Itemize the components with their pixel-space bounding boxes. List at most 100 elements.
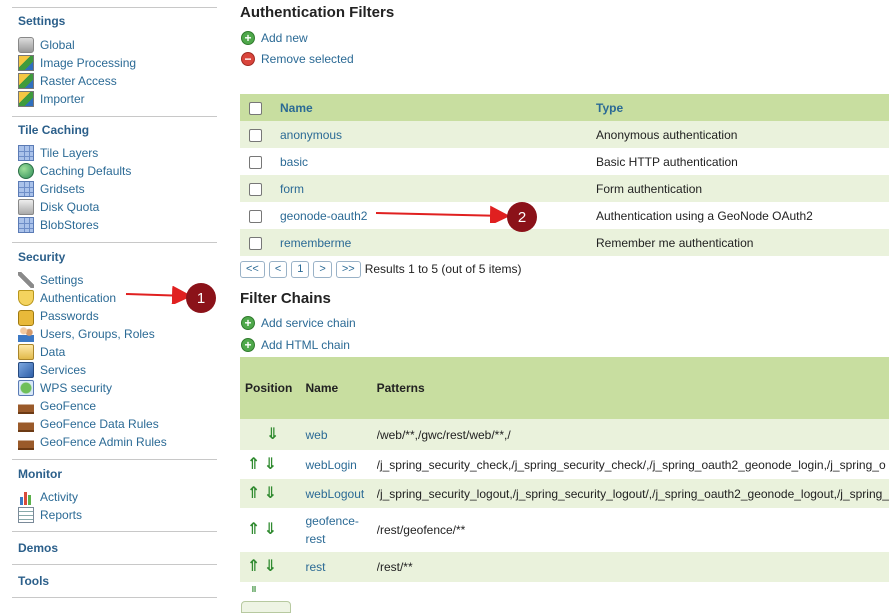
sidebar-section-tools: Tools [12, 564, 217, 598]
chain-name-link[interactable]: geofence-rest [305, 514, 358, 546]
sidebar-item-importer[interactable]: Importer [18, 90, 85, 108]
filter-name-link[interactable]: anonymous [280, 128, 342, 142]
row-checkbox[interactable] [249, 155, 262, 169]
move-down-icon[interactable]: ⇓ [264, 456, 277, 473]
chain-patterns: /j_spring_security_logout,/j_spring_secu… [376, 479, 889, 508]
sidebar-section-settings: Settings Global Image Processing Raster … [12, 7, 217, 117]
sidebar-item-wps-security[interactable]: WPS security [18, 379, 112, 397]
filter-name-link[interactable]: geonode-oauth2 [280, 209, 367, 223]
grid-icon [18, 145, 34, 161]
filter-type: Basic HTTP authentication [596, 148, 889, 175]
first-page-button[interactable]: << [240, 260, 265, 278]
column-header-position: Position [240, 357, 297, 419]
sidebar-section-security: Security Settings Authentication Passwor… [12, 242, 217, 459]
sidebar-item-caching-defaults[interactable]: Caching Defaults [18, 162, 131, 180]
column-header-name[interactable]: Name [271, 94, 596, 121]
sidebar-section-title-demos[interactable]: Demos [18, 541, 58, 555]
sidebar-item-gridsets[interactable]: Gridsets [18, 180, 85, 198]
row-checkbox[interactable] [249, 236, 262, 250]
table-row: ⇑ ⇓ webLogin /j_spring_security_check,/j… [240, 450, 889, 479]
select-all-checkbox[interactable] [249, 101, 262, 115]
chain-patterns: /web/**,/gwc/rest/web/**,/ [376, 419, 889, 450]
database-icon [18, 37, 34, 53]
row-checkbox[interactable] [249, 128, 262, 142]
sidebar-item-blobstores[interactable]: BlobStores [18, 216, 99, 234]
sidebar-item-reports[interactable]: Reports [18, 506, 82, 524]
sidebar-item-geofence-data-rules[interactable]: GeoFence Data Rules [18, 415, 159, 433]
filter-name-link[interactable]: basic [280, 155, 308, 169]
move-up-icon[interactable]: ⇑ [247, 485, 260, 502]
move-down-icon[interactable]: ⇓ [266, 426, 279, 443]
sidebar-item-disk-quota[interactable]: Disk Quota [18, 198, 99, 216]
grid-icon [18, 217, 34, 233]
raster-icon [18, 73, 34, 89]
reports-icon [18, 507, 34, 523]
add-html-chain-link[interactable]: + Add HTML chain [241, 337, 350, 353]
sidebar-section-title: Settings [18, 14, 66, 28]
sidebar-section-title-tools[interactable]: Tools [18, 574, 49, 588]
column-header-name: Name [296, 357, 377, 419]
filter-type: Authentication using a GeoNode OAuth2 [596, 202, 889, 229]
geofence-icon [18, 398, 34, 414]
page-1-button[interactable]: 1 [291, 260, 310, 278]
move-up-icon[interactable]: ⇑ [247, 558, 260, 575]
disk-icon [18, 199, 34, 215]
sidebar-section-monitor: Monitor Activity Reports [12, 459, 217, 530]
move-down-icon[interactable]: ⇓ [264, 558, 277, 575]
pagination: << < 1 > >> Results 1 to 5 (out of 5 ite… [240, 260, 521, 278]
next-page-button[interactable]: > [313, 260, 332, 278]
table-row: ⇑ ⇓ geofence-rest /rest/geofence/** [240, 508, 889, 552]
sidebar-item-services[interactable]: Services [18, 361, 86, 379]
sidebar-item-global[interactable]: Global [18, 36, 75, 54]
chain-name-link[interactable]: webLogin [305, 458, 356, 472]
callout-badge-1: 1 [186, 283, 216, 313]
move-up-icon[interactable]: ⇑ [247, 521, 260, 538]
filter-type: Anonymous authentication [596, 121, 889, 148]
table-row: ⇑ ⇓ webLogout /j_spring_security_logout,… [240, 479, 889, 508]
move-down-icon[interactable]: ⇓ [264, 521, 277, 538]
sidebar-item-activity[interactable]: Activity [18, 488, 78, 506]
chain-name-link[interactable]: web [305, 428, 327, 442]
globe-icon [18, 163, 34, 179]
sidebar-item-raster-access[interactable]: Raster Access [18, 72, 117, 90]
save-button-partial[interactable] [241, 601, 291, 613]
filter-chains-title: Filter Chains [240, 290, 331, 307]
sidebar-item-geofence[interactable]: GeoFence [18, 397, 96, 415]
move-up-icon[interactable]: ⇑ [248, 586, 260, 594]
sidebar-item-users-groups-roles[interactable]: Users, Groups, Roles [18, 325, 155, 343]
table-row: basic Basic HTTP authentication [240, 148, 889, 175]
sidebar-item-passwords[interactable]: Passwords [18, 307, 99, 326]
minus-icon: − [241, 52, 255, 66]
filter-name-link[interactable]: form [280, 182, 304, 196]
sidebar-section-title: Tile Caching [18, 123, 90, 137]
callout-arrow-1 [125, 286, 190, 304]
filter-name-link[interactable]: rememberme [280, 236, 351, 250]
plus-icon: + [241, 338, 255, 352]
column-header-type[interactable]: Type [596, 94, 889, 121]
chain-patterns: /rest/** [376, 552, 889, 582]
row-checkbox[interactable] [249, 209, 262, 223]
add-new-filter-link[interactable]: + Add new [241, 30, 308, 46]
chain-name-link[interactable]: rest [305, 560, 325, 574]
prev-page-button[interactable]: < [268, 260, 288, 278]
sidebar-item-image-processing[interactable]: Image Processing [18, 54, 136, 72]
chain-name-link[interactable]: webLogout [305, 487, 364, 501]
table-header-row: Position Name Patterns [240, 357, 889, 419]
move-down-icon[interactable]: ⇓ [264, 485, 277, 502]
sidebar-section-tile-caching: Tile Caching Tile Layers Caching Default… [12, 116, 217, 241]
table-row: rememberme Remember me authentication [240, 229, 889, 256]
last-page-button[interactable]: >> [335, 260, 361, 278]
sidebar-item-tile-layers[interactable]: Tile Layers [18, 144, 98, 162]
add-service-chain-link[interactable]: + Add service chain [241, 315, 356, 331]
sidebar-section-title: Monitor [18, 467, 62, 481]
sidebar-item-authentication[interactable]: Authentication [18, 289, 116, 307]
services-icon [18, 362, 34, 378]
row-checkbox[interactable] [249, 182, 262, 196]
remove-selected-link[interactable]: − Remove selected [241, 51, 354, 67]
auth-filters-table: Name Type anonymous Anonymous authentica… [240, 94, 889, 256]
sidebar-item-geofence-admin-rules[interactable]: GeoFence Admin Rules [18, 433, 167, 451]
filter-type: Remember me authentication [596, 229, 889, 256]
sidebar-item-security-settings[interactable]: Settings [18, 271, 83, 289]
move-up-icon[interactable]: ⇑ [247, 456, 260, 473]
sidebar-item-data[interactable]: Data [18, 343, 65, 361]
